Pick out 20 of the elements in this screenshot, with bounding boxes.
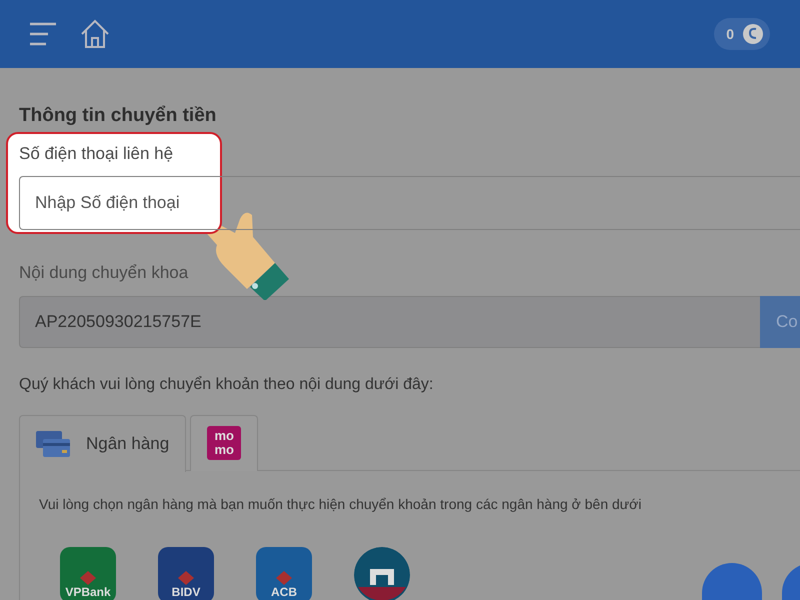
coin-balance[interactable]: 0 [714,18,770,50]
bank-logo[interactable] [354,546,410,600]
menu-icon[interactable] [30,22,56,46]
messenger-button[interactable] [702,563,762,600]
coin-icon [742,23,764,45]
payment-tab[interactable]: Ngân hàng [19,414,186,472]
bank-logo[interactable]: VPBank [60,546,116,600]
payment-tab[interactable]: mo mo [190,414,258,470]
field-label: Số điện thoại liên hệ [19,142,174,164]
home-icon[interactable] [80,19,110,49]
instruction-text: Quý khách vui lòng chuyển khoản theo nội dung dưới đây: [19,374,434,394]
panel-text: Vui lòng chọn ngân hàng mà bạn muốn thực hiện chuyển khoản trong các ngân hàng ở bên dưới [39,494,642,514]
transfer-code-field[interactable]: AP22050930215757E [19,296,760,348]
field-label: Nội dung chuyển khoa [19,262,190,284]
bank-logo[interactable]: ACB [256,546,312,600]
section-title: Thông tin chuyển tiền [19,104,218,128]
wallet-logo: mo mo [207,426,242,460]
credit-card-icon [36,430,70,456]
bank-logo[interactable]: BIDV [158,546,214,600]
phone-input-field[interactable]: Nhập Số điện thoại [19,176,800,230]
